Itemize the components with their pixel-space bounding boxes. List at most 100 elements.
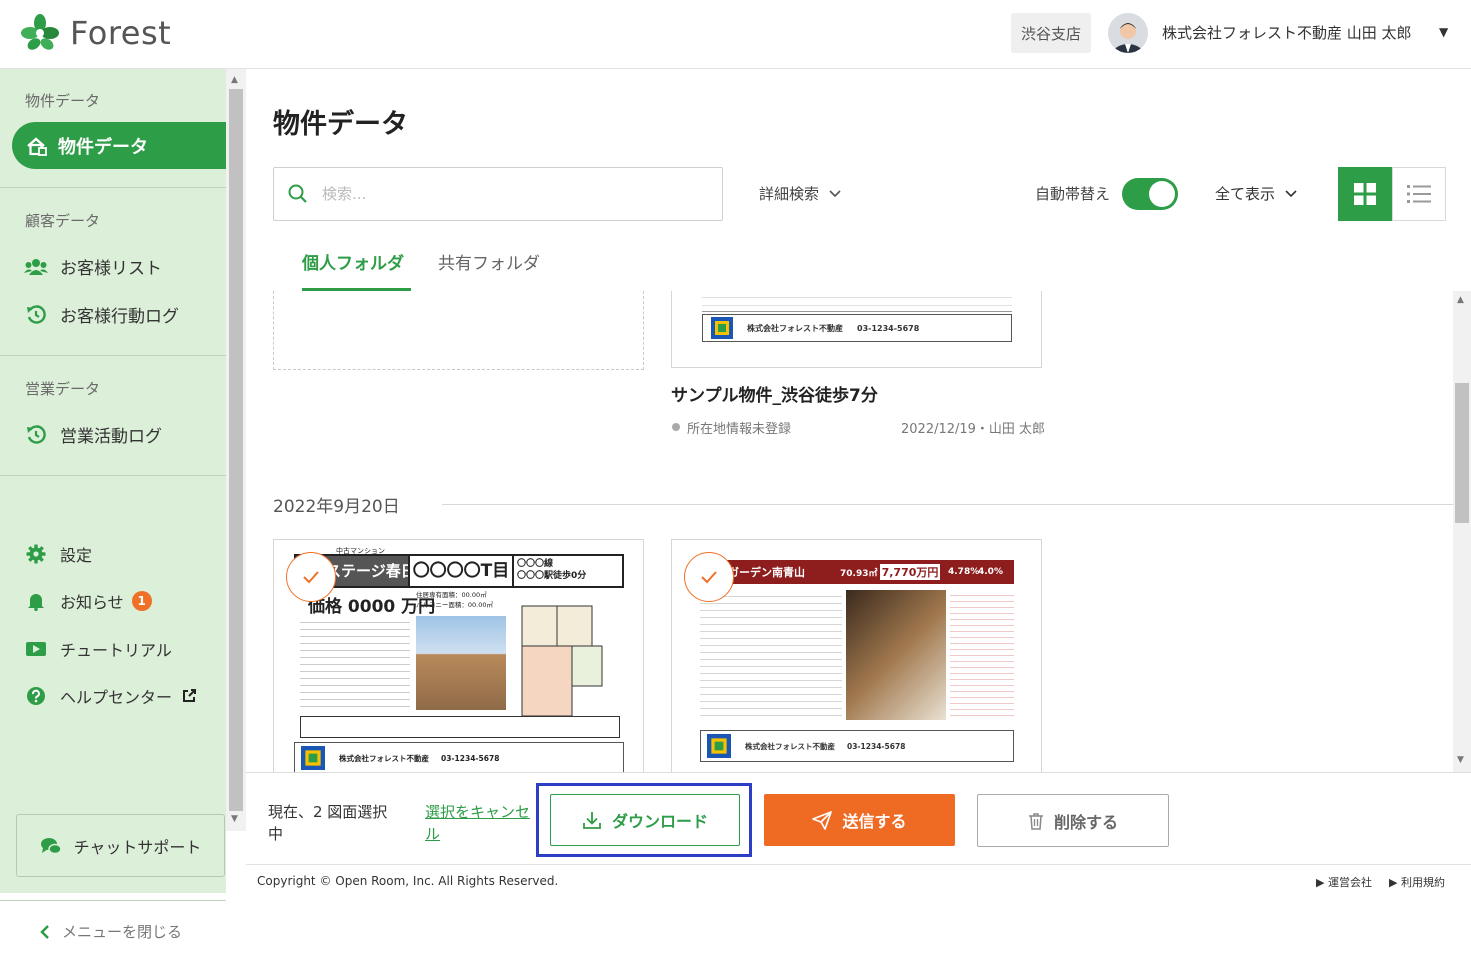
sidebar-item-help-center[interactable]: ヘルプセンター [24, 684, 197, 708]
search-input[interactable] [322, 185, 702, 203]
property-card-thumbnail[interactable]: 株式会社フォレスト不動産 03-1234-5678 [671, 291, 1042, 368]
selection-count-text: 現在、2 図面選択中 [268, 803, 388, 843]
avatar[interactable] [1108, 13, 1148, 53]
flyer-address: 〇〇〇〇T目 [408, 556, 512, 586]
sidebar-item-label: ヘルプセンター [60, 688, 173, 707]
download-label: ダウンロード [611, 812, 708, 831]
external-link-icon [183, 689, 197, 702]
list-icon [1407, 185, 1431, 203]
tab-shared-folder[interactable]: 共有フォルダ [438, 249, 540, 274]
status-dot [672, 423, 680, 431]
copyright-text: Copyright © Open Room, Inc. All Rights R… [257, 874, 559, 888]
trash-icon [1028, 812, 1043, 830]
user-menu-caret-icon[interactable]: ▼ [1439, 25, 1448, 39]
sidebar: 物件データ 物件データ 顧客データ お客様リスト お客様行動ログ 営業データ 営… [0, 69, 226, 941]
sidebar-item-settings[interactable]: 設定 [24, 542, 92, 566]
location-status: 所在地情報未登録 [687, 422, 792, 437]
download-button[interactable]: ダウンロード [550, 794, 740, 846]
sidebar-section-customer: 顧客データ [25, 212, 101, 230]
scroll-down-arrow-icon[interactable]: ▼ [1457, 755, 1464, 765]
scrollbar-thumb[interactable] [1455, 383, 1469, 523]
sidebar-item-label: 設定 [60, 546, 93, 565]
advanced-search-label: 詳細検索 [759, 185, 820, 203]
property-card[interactable]: リヤガーデン南青山 70.93㎡ 7,770万円 4.78% 4.0% 株式会社… [671, 539, 1042, 772]
cancel-selection-link[interactable]: 選択をキャンセル [425, 801, 537, 845]
close-menu-button[interactable]: メニューを閉じる [0, 900, 226, 962]
show-all-label: 全て表示 [1215, 185, 1276, 203]
selected-check[interactable] [684, 552, 734, 602]
sidebar-item-label: お客様行動ログ [60, 307, 179, 327]
sidebar-item-tutorial[interactable]: チュートリアル [24, 637, 172, 661]
property-card[interactable]: 中古マンション 〇〇ステージ春日 〇〇〇〇T目 〇〇〇線 〇〇〇駅徒歩0分 価格… [273, 539, 644, 772]
history-icon [27, 304, 46, 324]
show-all-dropdown[interactable]: 全て表示 [1215, 183, 1297, 204]
flyer-company: 株式会社フォレスト不動産 [745, 741, 835, 751]
leaf-logo-icon [21, 14, 59, 50]
forest-logo[interactable]: Forest [20, 13, 171, 53]
chat-support-label: チャットサポート [73, 837, 202, 857]
sidebar-item-customer-log[interactable]: お客様行動ログ [24, 302, 179, 327]
delete-button[interactable]: 削除する [977, 794, 1169, 847]
card-title[interactable]: サンプル物件_渋谷徒歩7分 [671, 381, 878, 406]
scroll-up-arrow-icon[interactable]: ▲ [1457, 295, 1464, 305]
check-icon [303, 571, 319, 584]
sidebar-item-sales-log[interactable]: 営業活動ログ [24, 422, 162, 447]
sidebar-item-customer-list[interactable]: お客様リスト [24, 254, 162, 279]
page-title: 物件データ [273, 109, 408, 140]
auto-switch-toggle[interactable] [1122, 178, 1178, 210]
flyer-phone: 03-1234-5678 [847, 741, 906, 751]
new-card-placeholder[interactable] [273, 291, 644, 370]
flyer-station: 〇〇〇駅徒歩0分 [517, 571, 587, 581]
delete-label: 削除する [1053, 812, 1118, 832]
tab-personal-folder[interactable]: 個人フォルダ [302, 249, 404, 274]
user-photo-icon [1108, 13, 1148, 53]
sidebar-scrollbar[interactable]: ▲ ▼ [226, 69, 246, 831]
branch-label[interactable]: 渋谷支店 [1011, 13, 1091, 53]
footer-link-terms[interactable]: ▶ 利用規約 [1389, 874, 1445, 890]
user-name[interactable]: 株式会社フォレスト不動産 山田 太郎 [1162, 22, 1412, 43]
flyer-size: 70.93㎡ [840, 568, 878, 579]
chat-support-button[interactable]: チャットサポート [16, 814, 225, 877]
company-logo-icon [711, 317, 733, 339]
top-header: Forest 渋谷支店 株式会社フォレスト不動産 山田 太郎 ▼ [0, 0, 1471, 69]
date-group-heading: 2022年9月20日 [273, 497, 400, 517]
sidebar-section-sales: 営業データ [25, 380, 101, 398]
chevron-down-icon [1285, 189, 1297, 197]
auto-switch-label: 自動帯替え [1035, 185, 1111, 203]
flyer-yield-2: 4.0% [978, 567, 1003, 577]
footer-link-company[interactable]: ▶ 運営会社 [1316, 874, 1372, 890]
chevron-left-icon [40, 924, 49, 939]
search-box[interactable] [273, 167, 723, 221]
scroll-down-arrow-icon[interactable]: ▼ [231, 814, 238, 824]
flyer-price: 7,770万円 [880, 564, 940, 580]
close-menu-label: メニューを閉じる [62, 923, 183, 941]
advanced-search-toggle[interactable]: 詳細検索 [759, 183, 841, 204]
sidebar-item-notifications[interactable]: お知らせ 1 [24, 589, 152, 613]
main-scrollbar[interactable]: ▲ ▼ [1453, 291, 1471, 772]
sidebar-item-label: チュートリアル [60, 641, 172, 660]
grid-view-button[interactable] [1338, 167, 1392, 221]
video-icon [26, 642, 46, 656]
sidebar-item-property-data[interactable]: 物件データ [12, 122, 226, 169]
card-list: 株式会社フォレスト不動産 03-1234-5678 サンプル物件_渋谷徒歩7分 … [246, 291, 1453, 772]
list-view-button[interactable] [1392, 167, 1446, 221]
flyer-area-main: 住居専有面積：00.00㎡ [416, 591, 487, 599]
footer: Copyright © Open Room, Inc. All Rights R… [246, 864, 1471, 893]
history-icon [27, 424, 46, 444]
main-content: 物件データ 詳細検索 自動帯替え 全て表示 個人フォルダ 共有フォルダ 株式会社… [246, 69, 1471, 893]
notification-count-badge: 1 [131, 591, 152, 611]
flyer-line: 〇〇〇線 [517, 559, 554, 569]
flyer-company: 株式会社フォレスト不動産 [339, 753, 429, 763]
selected-check[interactable] [286, 552, 336, 602]
send-button[interactable]: 送信する [764, 794, 955, 846]
scroll-up-arrow-icon[interactable]: ▲ [231, 75, 238, 85]
selection-action-bar: 現在、2 図面選択中 選択をキャンセル ダウンロード 送信する 削除する [246, 772, 1471, 864]
flyer-company: 株式会社フォレスト不動産 [747, 323, 843, 333]
flyer-phone: 03-1234-5678 [857, 323, 920, 333]
bell-icon [28, 594, 44, 611]
send-label: 送信する [842, 812, 907, 831]
scrollbar-thumb[interactable] [229, 89, 243, 811]
download-icon [583, 812, 601, 829]
company-logo-icon [707, 734, 731, 758]
sidebar-item-label: お知らせ [60, 593, 124, 612]
